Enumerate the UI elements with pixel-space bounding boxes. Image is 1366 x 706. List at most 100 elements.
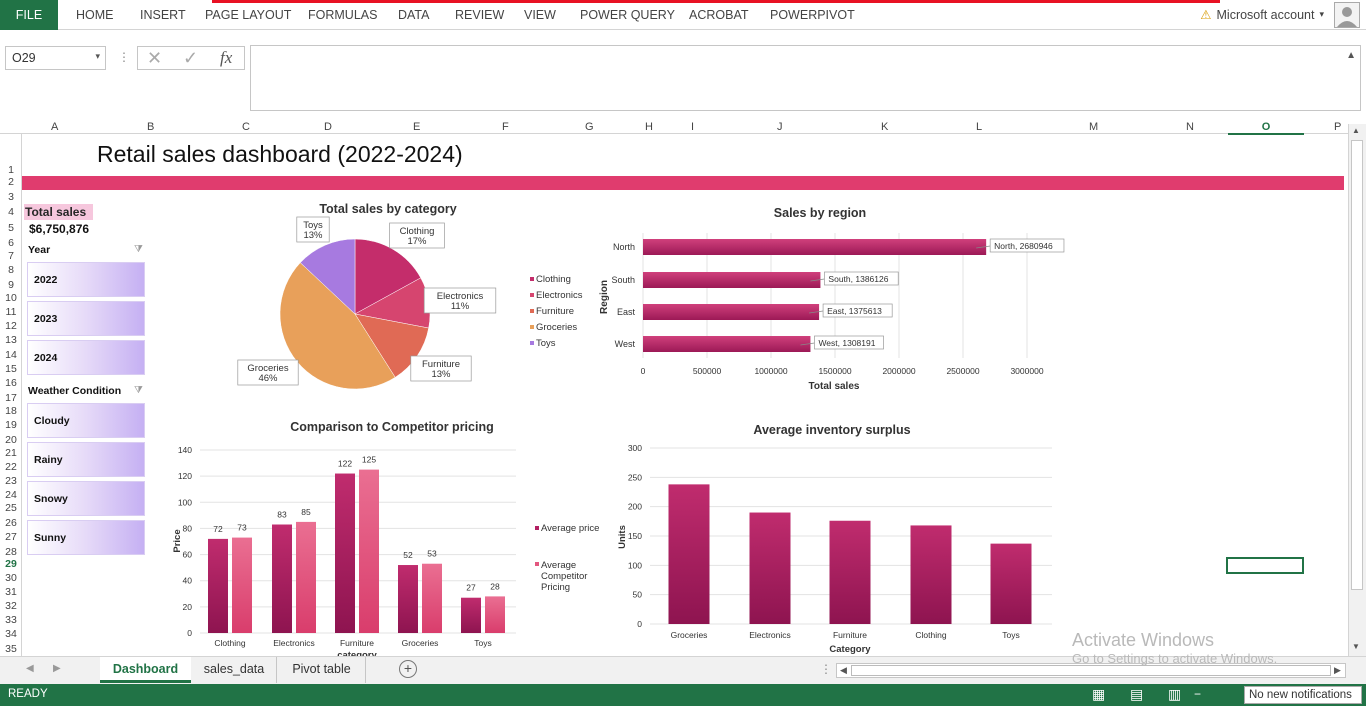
vertical-scrollbar[interactable]: ▲ ▼	[1348, 124, 1366, 656]
price-y-axis-label: Price	[172, 529, 183, 552]
price-x-tick: Electronics	[273, 638, 315, 648]
price-data-label: 85	[301, 507, 311, 517]
split-handle-icon[interactable]: ⋮	[820, 662, 832, 676]
inventory-y-tick: 50	[633, 590, 643, 600]
pie-label-percent: 11%	[451, 301, 470, 312]
scroll-right-icon[interactable]: ▶	[1334, 665, 1341, 676]
region-chart[interactable]: 0 500000 1000000 1500000 2000000 2500000 30000…	[599, 233, 1065, 392]
inventory-chart-title: Average inventory surplus	[753, 423, 910, 437]
legend-item-competitor-line2: Competitor	[541, 571, 587, 582]
inventory-bar-furniture[interactable]	[829, 520, 871, 624]
charts-layer: Total sales by category Clothing17%Elect…	[172, 202, 1065, 656]
price-bar-electronics-s1[interactable]	[272, 524, 292, 633]
inventory-bar-groceries[interactable]	[668, 484, 710, 624]
legend-marker	[535, 526, 539, 530]
inventory-bar-electronics[interactable]	[749, 512, 791, 624]
region-chart-title: Sales by region	[774, 206, 866, 220]
sheet-tab-sales-data[interactable]: sales_data	[192, 657, 277, 683]
region-bar-east[interactable]	[643, 304, 820, 320]
inventory-x-tick: Electronics	[749, 630, 791, 640]
region-bar-south[interactable]	[643, 272, 821, 288]
region-data-label: East, 1375613	[827, 306, 882, 316]
price-data-label: 83	[277, 510, 287, 520]
scroll-thumb[interactable]	[1351, 140, 1363, 590]
page-break-view-icon[interactable]: ▥	[1168, 686, 1181, 703]
legend-item-competitor-line3: Pricing	[541, 582, 570, 593]
normal-view-icon[interactable]: ▦	[1092, 686, 1105, 703]
pie-label-percent: 13%	[431, 369, 451, 380]
inventory-bar-toys[interactable]	[990, 543, 1032, 624]
price-bar-clothing-s2[interactable]	[232, 537, 252, 633]
inventory-x-tick: Groceries	[671, 630, 708, 640]
inventory-y-tick: 200	[628, 502, 642, 512]
price-bar-groceries-s2[interactable]	[422, 563, 442, 633]
scroll-up-icon[interactable]: ▲	[1352, 126, 1360, 135]
region-x-tick: 3000000	[1010, 366, 1043, 376]
price-data-label: 27	[466, 583, 476, 593]
price-bar-toys-s1[interactable]	[461, 597, 481, 633]
inventory-x-axis-label: Category	[829, 644, 871, 655]
pie-label-percent: 46%	[258, 373, 278, 384]
legend-marker	[530, 341, 534, 345]
pie-legend: Clothing Electronics Furniture Groceries Toy…	[530, 274, 583, 349]
price-bar-groceries-s1[interactable]	[398, 565, 418, 633]
region-x-tick: 1500000	[818, 366, 851, 376]
h-scroll-thumb[interactable]	[851, 665, 1331, 676]
collapse-formula-icon[interactable]: ▲	[1346, 50, 1356, 61]
add-sheet-icon[interactable]: +	[399, 660, 417, 678]
price-y-tick: 100	[178, 497, 192, 507]
price-y-tick: 20	[183, 602, 193, 612]
price-x-tick: Groceries	[402, 638, 439, 648]
legend-marker	[530, 293, 534, 297]
price-chart[interactable]: 0 20 40 60 80 100 120 140 72 73 Clothing 83 85 Electr…	[172, 445, 599, 656]
price-bar-toys-s2[interactable]	[485, 596, 505, 633]
price-data-label: 72	[213, 524, 223, 534]
price-x-tick: Clothing	[214, 638, 245, 648]
price-y-tick: 40	[183, 576, 193, 586]
region-bar-west[interactable]	[643, 336, 811, 352]
notification-toast[interactable]: No new notifications	[1244, 686, 1362, 704]
legend-marker	[530, 277, 534, 281]
inventory-chart[interactable]: 0 50 100 150 200 250 300 Groceries Electronics Fu…	[617, 443, 1052, 655]
legend-marker	[535, 562, 539, 566]
price-y-tick: 140	[178, 445, 192, 455]
legend-item-competitor-line1: Average	[541, 560, 576, 571]
inventory-y-tick: 300	[628, 443, 642, 453]
region-bar-north[interactable]	[643, 239, 987, 255]
pie-label-percent: 13%	[303, 230, 323, 241]
price-data-label: 52	[403, 550, 413, 560]
sheet-tab-pivot-table[interactable]: Pivot table	[278, 657, 366, 683]
legend-marker	[530, 309, 534, 313]
inventory-bar-clothing[interactable]	[910, 525, 952, 624]
legend-item-groceries: Groceries	[536, 322, 577, 333]
sheet-tab-dashboard[interactable]: Dashboard	[100, 657, 191, 683]
price-bar-furniture-s2[interactable]	[359, 469, 379, 633]
region-y-tick: West	[615, 339, 636, 349]
inventory-x-tick: Furniture	[833, 630, 867, 640]
region-x-tick: 2000000	[882, 366, 915, 376]
pie-chart[interactable]: Clothing17%Electronics11%Furniture13%Gro…	[237, 216, 497, 390]
zoom-out-icon[interactable]: −	[1194, 687, 1201, 701]
price-bar-furniture-s1[interactable]	[335, 473, 355, 633]
inventory-y-tick: 0	[637, 619, 642, 629]
price-data-label: 28	[490, 581, 500, 591]
selected-cell[interactable]	[1226, 557, 1304, 574]
scroll-down-icon[interactable]: ▼	[1352, 642, 1360, 651]
inventory-y-tick: 250	[628, 472, 642, 482]
prev-sheet-icon[interactable]: ◀	[26, 663, 34, 674]
next-sheet-icon[interactable]: ▶	[53, 663, 61, 674]
legend-marker	[530, 325, 534, 329]
inventory-y-tick: 150	[628, 531, 642, 541]
region-y-tick: East	[617, 307, 636, 317]
region-data-label: South, 1386126	[828, 274, 888, 284]
price-bar-electronics-s2[interactable]	[296, 521, 316, 633]
page-layout-view-icon[interactable]: ▤	[1130, 686, 1143, 703]
inventory-y-axis-label: Units	[617, 525, 628, 549]
inventory-y-tick: 100	[628, 560, 642, 570]
scroll-left-icon[interactable]: ◀	[840, 665, 847, 676]
region-x-tick: 500000	[693, 366, 722, 376]
price-bar-clothing-s1[interactable]	[208, 538, 228, 633]
region-x-axis-label: Total sales	[809, 381, 860, 392]
pie-chart-title: Total sales by category	[319, 202, 456, 216]
region-y-tick: North	[613, 242, 635, 252]
